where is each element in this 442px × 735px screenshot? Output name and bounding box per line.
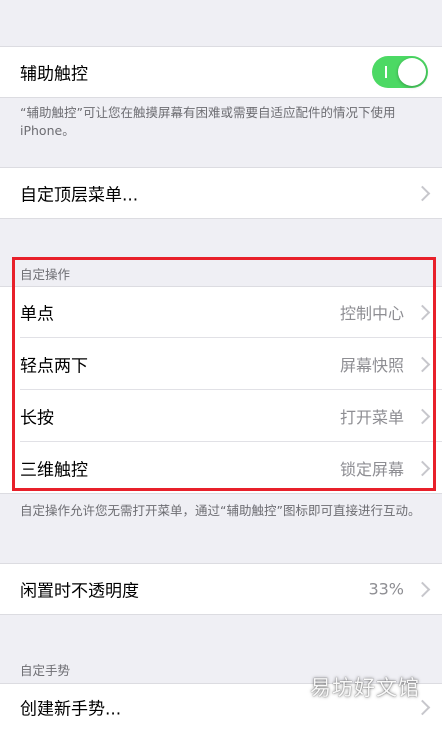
custom-action-row-double-tap[interactable]: 轻点两下 屏幕快照: [0, 338, 442, 390]
chevron-right-icon: [414, 699, 431, 716]
divider: [0, 167, 442, 168]
chevron-right-icon: [414, 185, 431, 202]
custom-actions-footnote: 自定操作允许您无需打开菜单，通过“辅助触控”图标即可直接进行互动。: [20, 503, 421, 518]
toggle-on-mark-icon: [385, 66, 387, 78]
watermark: 易坊好文馆: [310, 676, 420, 700]
chevron-right-icon: [414, 581, 431, 598]
idle-opacity-row[interactable]: 闲置时不透明度 33%: [0, 563, 442, 615]
chevron-right-icon: [414, 460, 431, 477]
custom-action-row-single-tap[interactable]: 单点 控制中心: [0, 286, 442, 338]
custom-action-row-long-press[interactable]: 长按 打开菜单: [0, 390, 442, 442]
chevron-right-icon: [414, 356, 431, 373]
idle-opacity-label: 闲置时不透明度: [20, 581, 139, 602]
action-label: 三维触控: [20, 460, 88, 481]
divider: [0, 493, 442, 494]
custom-gestures-header: 自定手势: [20, 663, 71, 678]
divider: [0, 286, 442, 287]
action-value: 屏幕快照: [339, 356, 404, 375]
divider: [0, 46, 442, 47]
chevron-right-icon: [414, 408, 431, 425]
action-value: 打开菜单: [339, 408, 404, 427]
divider: [0, 563, 442, 564]
divider: [0, 218, 442, 219]
assistive-touch-footnote: “辅助触控”可让您在触摸屏幕有困难或需要自适应配件的情况下使用 iPhone。: [20, 105, 396, 138]
action-value: 控制中心: [339, 304, 404, 323]
assistive-touch-label: 辅助触控: [20, 64, 88, 85]
custom-action-row-3d-touch[interactable]: 三维触控 锁定屏幕: [0, 442, 442, 494]
divider: [0, 614, 442, 615]
customize-top-menu-row[interactable]: 自定顶层菜单...: [0, 167, 442, 219]
action-value: 锁定屏幕: [339, 460, 404, 479]
create-gesture-label: 创建新手势...: [20, 699, 122, 720]
divider: [0, 97, 442, 98]
action-label: 长按: [20, 408, 54, 429]
action-label: 轻点两下: [20, 356, 88, 377]
chevron-right-icon: [414, 304, 431, 321]
custom-actions-header: 自定操作: [20, 267, 71, 282]
customize-top-menu-label: 自定顶层菜单...: [20, 185, 139, 206]
idle-opacity-value: 33%: [368, 579, 404, 599]
assistive-touch-row: 辅助触控: [0, 46, 442, 98]
assistive-touch-toggle[interactable]: [372, 56, 428, 88]
toggle-knob: [398, 58, 426, 86]
action-label: 单点: [20, 304, 54, 325]
